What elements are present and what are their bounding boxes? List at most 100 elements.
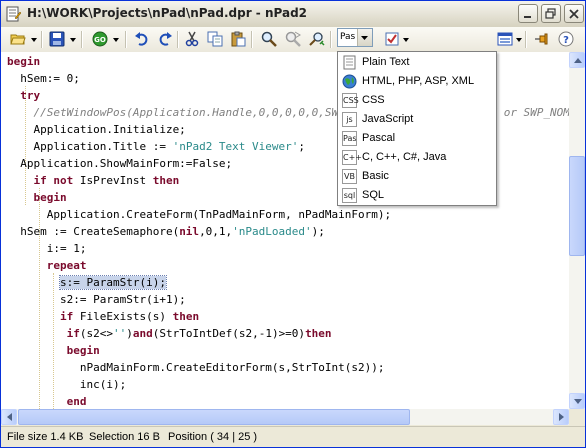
c-family-icon: C++	[342, 150, 362, 165]
language-menu-item[interactable]: C++ C, C++, C#, Java	[339, 148, 495, 167]
layout-dropdown-arrow[interactable]	[515, 30, 523, 49]
find-next-icon[interactable]	[283, 30, 303, 49]
scroll-left-button[interactable]	[1, 409, 17, 425]
code-token: if	[59, 310, 74, 323]
maximize-button[interactable]	[541, 4, 561, 23]
open-dropdown-arrow[interactable]	[30, 30, 38, 49]
code-token: 'nPad2 Text Viewer'	[172, 140, 299, 153]
checklist-icon[interactable]	[382, 30, 402, 49]
code-token: )	[126, 327, 133, 340]
code-line: try	[7, 87, 40, 104]
minimize-button[interactable]	[518, 4, 538, 23]
go-dropdown-arrow[interactable]	[112, 30, 120, 49]
undo-icon[interactable]	[132, 30, 152, 49]
language-menu-item[interactable]: Pas Pascal	[339, 129, 495, 148]
toolbar-separator	[41, 31, 43, 48]
main-toolbar: GO ?	[1, 27, 585, 53]
scroll-down-button[interactable]	[569, 393, 585, 409]
code-line: hSem:= 0;	[7, 70, 80, 87]
code-line: if(s2<>'')and(StrToIntDef(s2,-1)>=0)then	[7, 325, 332, 342]
code-line: Application.CreateForm(TnPadMainForm, nP…	[7, 206, 391, 223]
notepad-app-icon	[5, 6, 22, 22]
find-icon[interactable]	[259, 30, 279, 49]
code-line: begin	[7, 53, 40, 70]
code-token: Application.ShowMainForm:=False;	[7, 157, 233, 170]
code-token: (StrToIntDef(s2,-1)>=0)	[152, 327, 306, 340]
cut-icon[interactable]	[182, 30, 202, 49]
code-line: s:= ParamStr(i);	[7, 274, 167, 291]
toolbar-separator	[251, 31, 253, 48]
scroll-right-button[interactable]	[553, 409, 569, 425]
language-menu-item[interactable]: Plain Text	[339, 53, 495, 72]
language-menu-item[interactable]: VB Basic	[339, 167, 495, 186]
language-menu-item[interactable]: CSS CSS	[339, 91, 495, 110]
checklist-dropdown-arrow[interactable]	[402, 30, 410, 49]
toolbar-separator	[177, 31, 179, 48]
code-token: begin	[66, 344, 100, 357]
code-token: (s2<>	[79, 327, 113, 340]
language-menu-item[interactable]: sql SQL	[339, 186, 495, 205]
code-token: ;	[298, 140, 306, 153]
pascal-icon: Pas	[342, 131, 357, 146]
code-line: Application.Title := 'nPad2 Text Viewer'…	[7, 138, 305, 155]
close-button[interactable]	[564, 4, 584, 23]
language-menu-item[interactable]: js JavaScript	[339, 110, 495, 129]
code-token: then	[305, 327, 332, 340]
title-bar[interactable]: H:\WORK\Projects\nPad\nPad.dpr - nPad2	[1, 1, 585, 28]
status-bar: File size 1.4 KB Selection 16 B Position…	[1, 426, 585, 447]
plain-text-icon	[342, 55, 357, 70]
replace-icon[interactable]	[307, 30, 327, 49]
vertical-scroll-thumb[interactable]	[569, 156, 585, 256]
code-line: begin	[7, 342, 100, 359]
language-select[interactable]: Pas	[337, 28, 373, 47]
code-line: hSem := CreateSemaphore(nil,0,1,'nPadLoa…	[7, 223, 325, 240]
paste-icon[interactable]	[228, 30, 248, 49]
language-menu-item-label: Basic	[362, 170, 389, 182]
svg-text:?: ?	[563, 35, 569, 46]
code-line: if FileExists(s) then	[7, 308, 199, 325]
horizontal-scroll-thumb[interactable]	[18, 409, 410, 425]
save-disk-icon[interactable]	[47, 30, 67, 49]
code-token: hSem := CreateSemaphore(	[7, 225, 180, 238]
code-token: then	[152, 174, 180, 187]
code-line: if not IsPrevInst then	[7, 172, 180, 189]
language-select-value: Pas	[340, 32, 356, 42]
go-run-icon[interactable]: GO	[90, 30, 110, 49]
code-line: s2:= ParamStr(i+1);	[7, 291, 186, 308]
basic-icon: VB	[342, 169, 357, 184]
code-token: i:= 1;	[7, 242, 87, 255]
language-menu-item-label: Plain Text	[362, 56, 410, 68]
code-line: nPadMainForm.CreateEditorForm(s,StrToInt…	[7, 359, 385, 376]
code-line: repeat	[7, 257, 87, 274]
copy-icon[interactable]	[205, 30, 225, 49]
code-token: hSem:= 0;	[7, 72, 80, 85]
toolbar-separator	[525, 31, 527, 48]
code-token: then	[172, 310, 200, 323]
scroll-corner	[569, 409, 585, 425]
redo-icon[interactable]	[155, 30, 175, 49]
code-token: s2:= ParamStr(i+1);	[7, 293, 186, 306]
save-dropdown-arrow[interactable]	[69, 30, 77, 49]
language-menu-item[interactable]: HTML, PHP, ASP, XML	[339, 72, 495, 91]
code-token: IsPrevInst	[73, 174, 153, 187]
code-line: inc(i);	[7, 376, 126, 393]
css-icon: CSS	[342, 93, 359, 108]
language-select-dropdown-button[interactable]	[357, 29, 372, 46]
scroll-up-button[interactable]	[569, 52, 585, 68]
help-icon[interactable]: ?	[556, 30, 576, 49]
code-token: inc(i);	[7, 378, 127, 391]
open-folder-icon[interactable]	[8, 30, 28, 49]
code-line: Application.ShowMainForm:=False;	[7, 155, 232, 172]
code-token: nPadMainForm.CreateEditorForm(s,StrToInt…	[7, 361, 385, 374]
window-layout-icon[interactable]	[495, 30, 515, 49]
code-line: i:= 1;	[7, 240, 87, 257]
pin-icon[interactable]	[531, 30, 551, 49]
code-line: end	[7, 393, 87, 409]
